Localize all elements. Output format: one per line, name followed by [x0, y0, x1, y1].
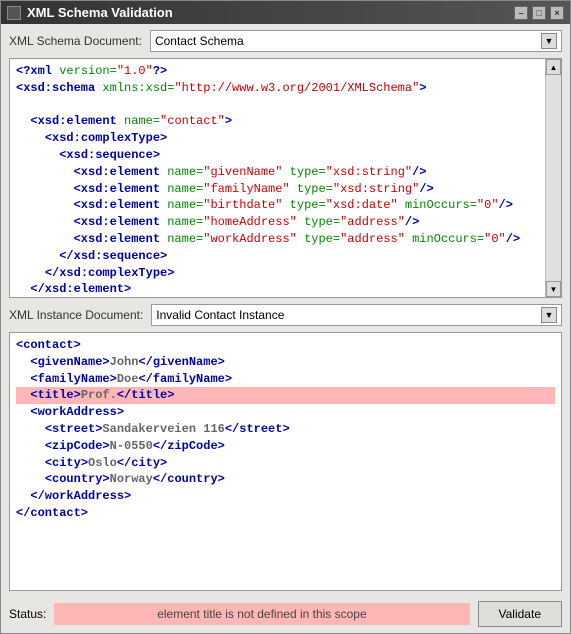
- instance-selector-row: XML Instance Document: Invalid Contact I…: [9, 304, 562, 326]
- instance-code-content[interactable]: <contact> <givenName>John</givenName> <f…: [10, 333, 561, 590]
- schema-dropdown-value: Contact Schema: [155, 34, 244, 48]
- close-button[interactable]: ×: [550, 6, 564, 20]
- window-controls: – □ ×: [514, 6, 564, 20]
- content-area: XML Schema Document: Contact Schema ▼ <?…: [1, 24, 570, 633]
- schema-selector-row: XML Schema Document: Contact Schema ▼: [9, 30, 562, 52]
- schema-code-content[interactable]: <?xml version="1.0"?> <xsd:schema xmlns:…: [10, 59, 545, 297]
- window-title: XML Schema Validation: [27, 5, 173, 20]
- main-window: XML Schema Validation – □ × XML Schema D…: [0, 0, 571, 634]
- scroll-up-icon[interactable]: ▲: [546, 59, 561, 75]
- app-icon: [7, 6, 21, 20]
- status-row: Status: element title is not defined in …: [9, 601, 562, 627]
- schema-code-box: <?xml version="1.0"?> <xsd:schema xmlns:…: [9, 58, 562, 298]
- scrollbar[interactable]: ▲ ▼: [545, 59, 561, 297]
- chevron-down-icon: ▼: [541, 33, 557, 49]
- chevron-down-icon: ▼: [541, 307, 557, 323]
- instance-dropdown-value: Invalid Contact Instance: [156, 308, 284, 322]
- minimize-button[interactable]: –: [514, 6, 528, 20]
- instance-dropdown[interactable]: Invalid Contact Instance ▼: [151, 304, 562, 326]
- schema-dropdown[interactable]: Contact Schema ▼: [150, 30, 562, 52]
- scroll-down-icon[interactable]: ▼: [546, 281, 561, 297]
- instance-label: XML Instance Document:: [9, 308, 143, 322]
- validate-button[interactable]: Validate: [478, 601, 562, 627]
- instance-code-box: <contact> <givenName>John</givenName> <f…: [9, 332, 562, 591]
- titlebar: XML Schema Validation – □ ×: [1, 1, 570, 24]
- maximize-button[interactable]: □: [532, 6, 546, 20]
- status-message: element title is not defined in this sco…: [54, 603, 469, 625]
- schema-label: XML Schema Document:: [9, 34, 142, 48]
- status-label: Status:: [9, 607, 46, 621]
